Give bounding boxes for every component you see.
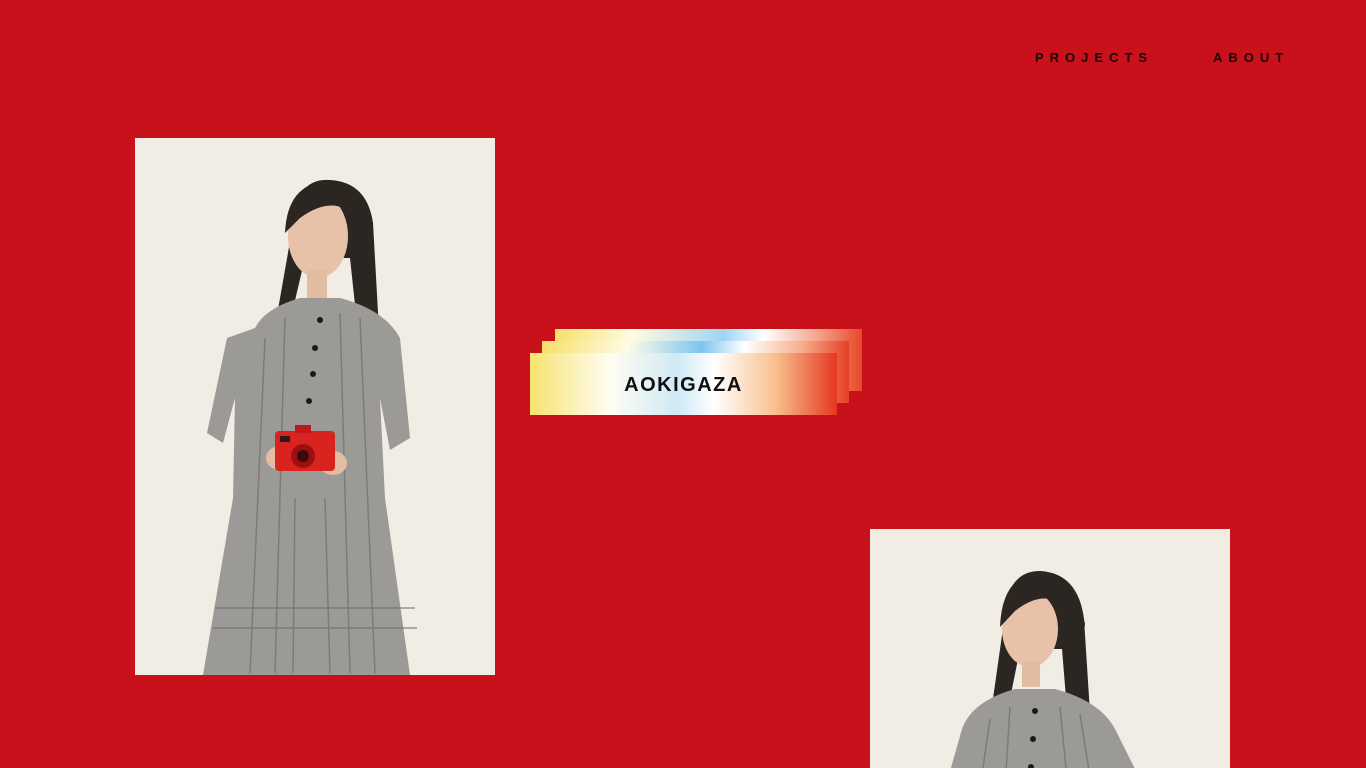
page: PROJECTS ABOUT AOKIGAZA bbox=[0, 0, 1366, 768]
portrait-photo-main[interactable] bbox=[135, 138, 495, 675]
woman-with-camera-image bbox=[135, 138, 495, 675]
nav-about-link[interactable]: ABOUT bbox=[1213, 50, 1289, 65]
project-title: AOKIGAZA bbox=[624, 374, 743, 396]
woman-portrait-image bbox=[870, 529, 1230, 768]
project-title-badge[interactable]: AOKIGAZA bbox=[530, 329, 862, 415]
nav-projects-link[interactable]: PROJECTS bbox=[1035, 50, 1153, 65]
top-nav: PROJECTS ABOUT bbox=[0, 50, 1366, 68]
portrait-photo-secondary[interactable] bbox=[870, 529, 1230, 768]
